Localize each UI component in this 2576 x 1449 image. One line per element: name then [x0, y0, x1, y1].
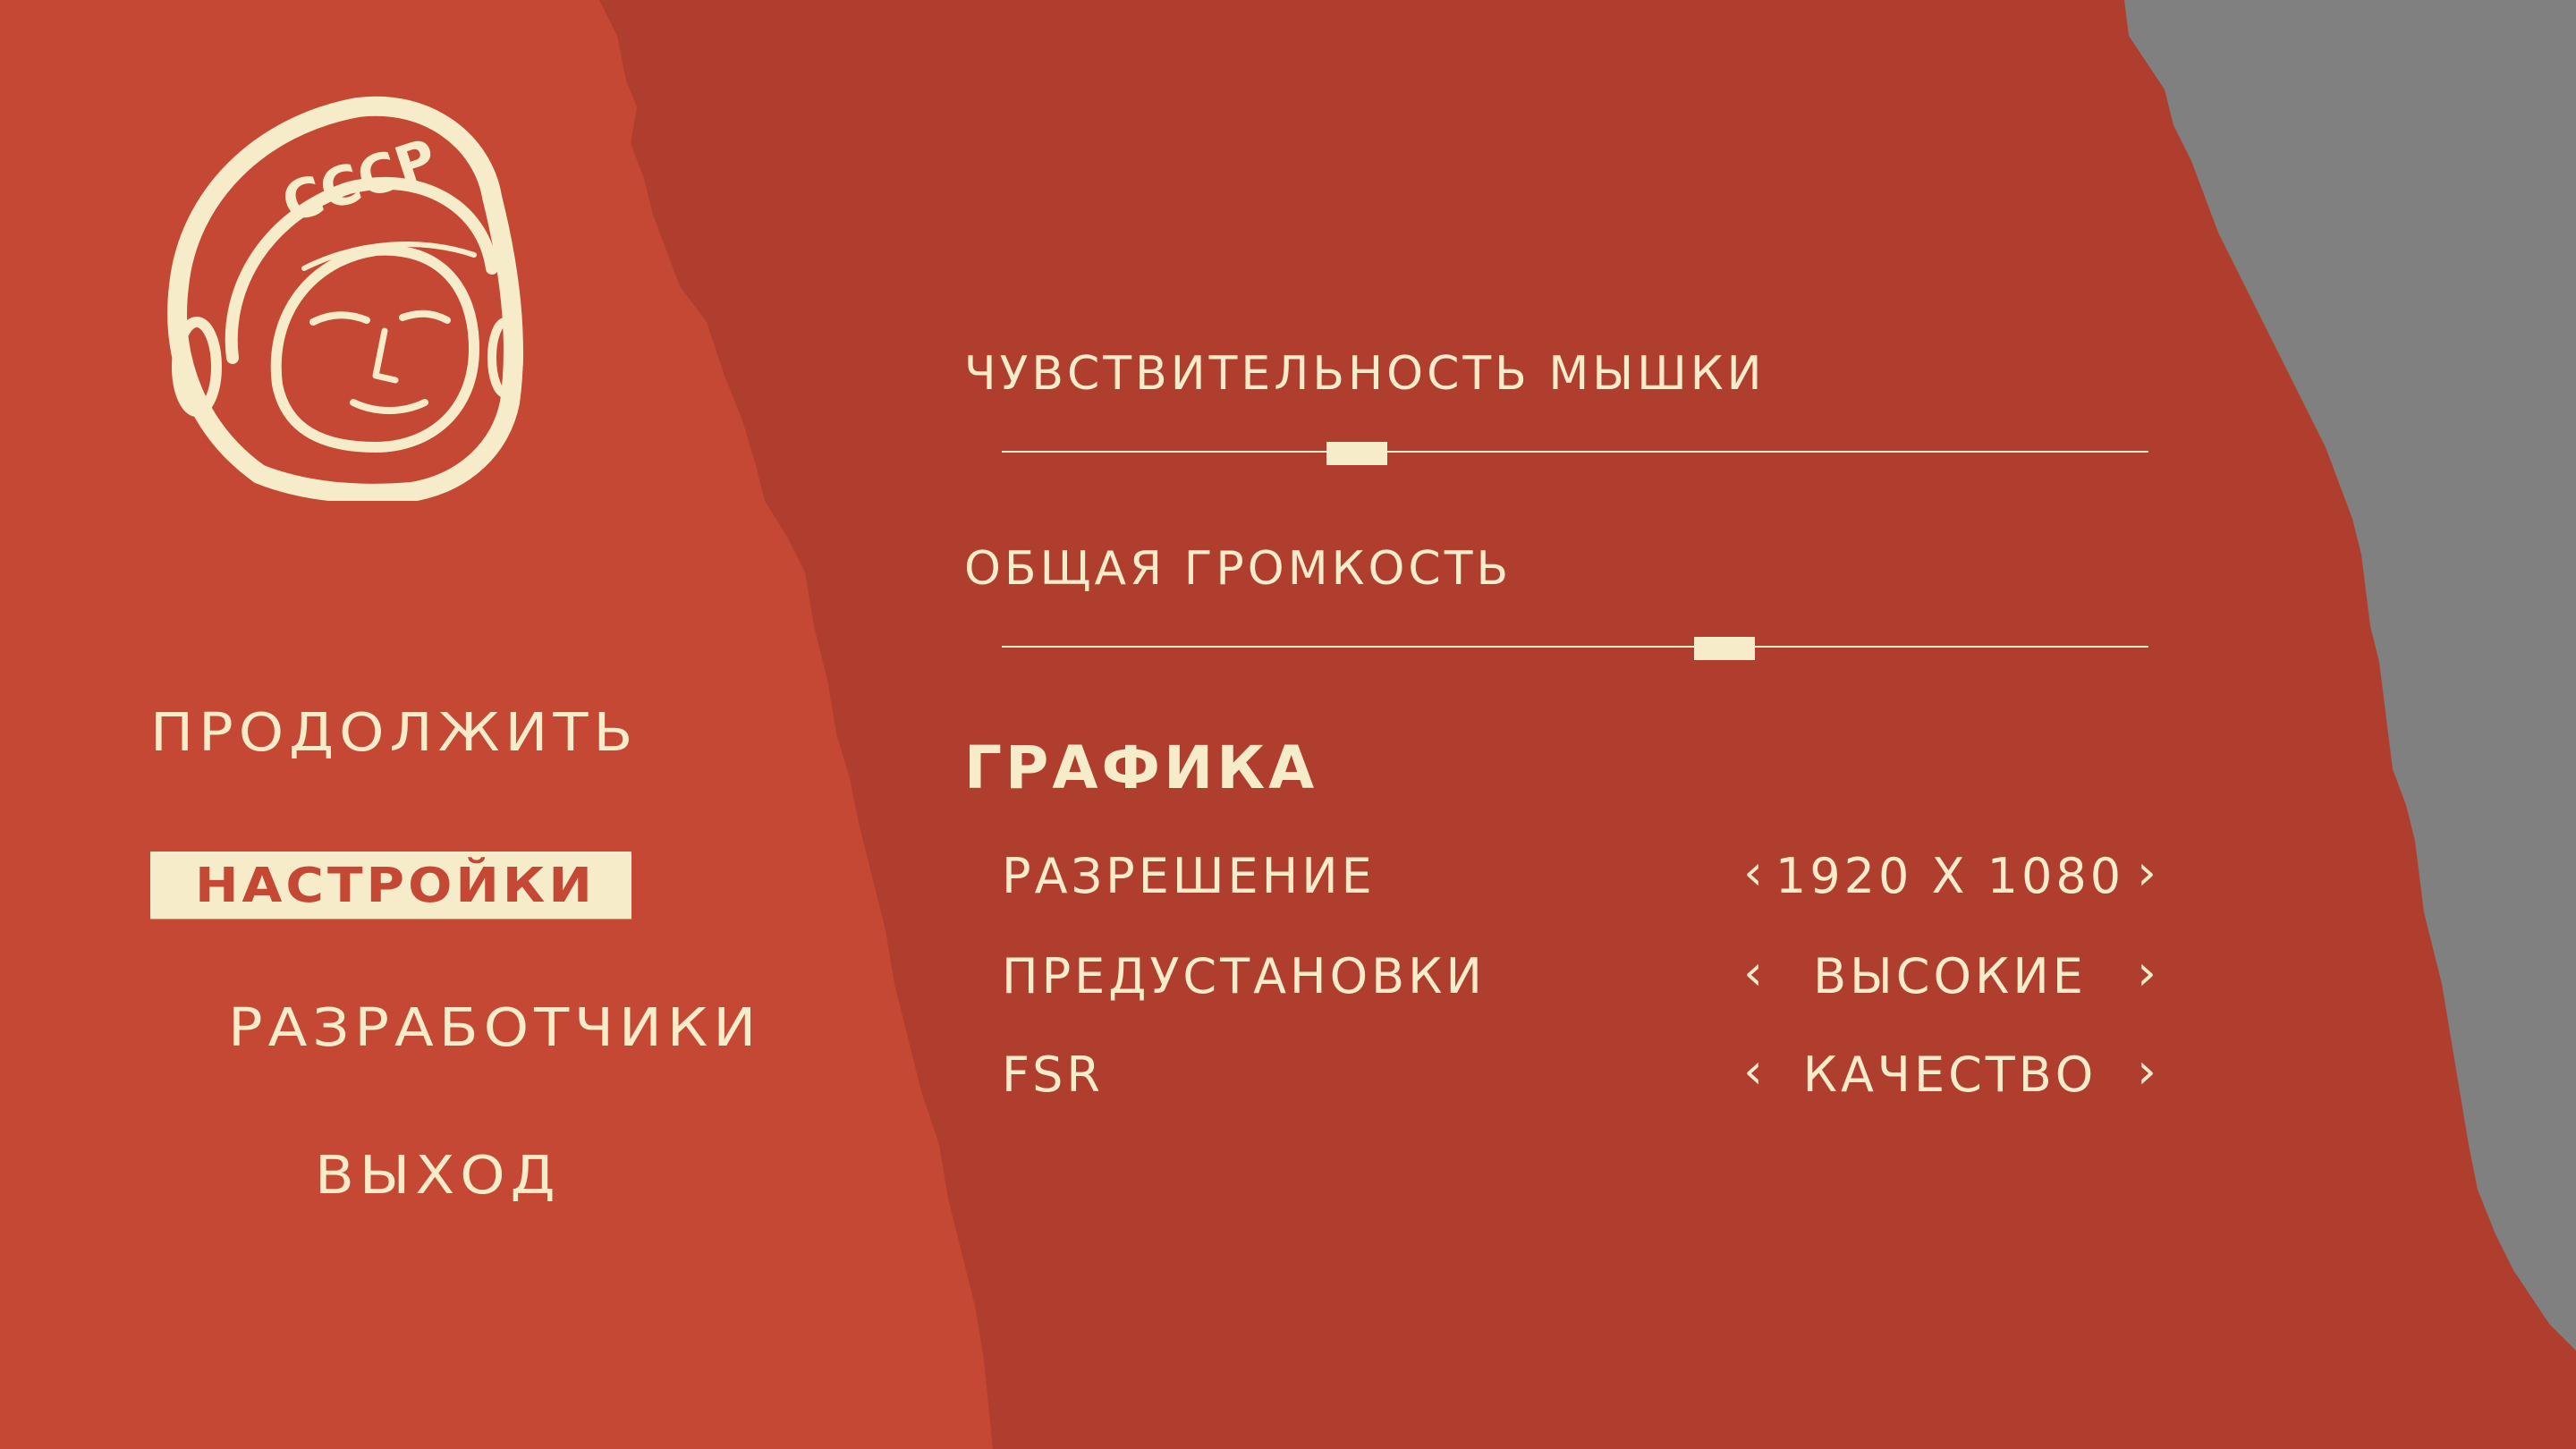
- fsr-next-arrow-icon[interactable]: ›: [2129, 1047, 2165, 1096]
- graphics-header: ГРАФИКА: [964, 733, 1318, 802]
- resolution-label: РАЗРЕШЕНИЕ: [1002, 848, 1376, 904]
- resolution-row: РАЗРЕШЕНИЕ ‹ 1920 X 1080 ›: [1002, 845, 2165, 908]
- logo-text: СССР: [275, 127, 444, 235]
- preset-prev-arrow-icon[interactable]: ‹: [1735, 949, 1771, 997]
- slider-track: [1002, 451, 2148, 453]
- menu-item-developers[interactable]: РАЗРАБОТЧИКИ: [228, 1002, 761, 1055]
- menu-item-exit[interactable]: ВЫХОД: [315, 1149, 561, 1202]
- fsr-label: FSR: [1002, 1046, 1104, 1103]
- slider-track: [1002, 646, 2148, 648]
- slider-thumb[interactable]: [1326, 442, 1388, 465]
- preset-label: ПРЕДУСТАНОВКИ: [1002, 948, 1486, 1004]
- fsr-row: FSR ‹ КАЧЕСТВО ›: [1002, 1044, 2165, 1106]
- preset-row: ПРЕДУСТАНОВКИ ‹ ВЫСОКИЕ ›: [1002, 945, 2165, 1008]
- fsr-value: КАЧЕСТВО: [1802, 1046, 2097, 1103]
- menu-item-continue[interactable]: ПРОДОЛЖИТЬ: [150, 707, 638, 759]
- cosmonaut-helmet-icon: СССР: [167, 96, 523, 501]
- master-volume-slider[interactable]: [1002, 629, 2148, 665]
- menu-item-settings[interactable]: НАСТРОЙКИ: [150, 852, 631, 919]
- fsr-prev-arrow-icon[interactable]: ‹: [1735, 1047, 1771, 1096]
- master-volume-label: ОБЩАЯ ГРОМКОСТЬ: [964, 542, 1513, 596]
- resolution-next-arrow-icon[interactable]: ›: [2129, 849, 2165, 897]
- slider-thumb[interactable]: [1693, 637, 1755, 660]
- mouse-sensitivity-slider[interactable]: [1002, 434, 2148, 470]
- resolution-value: 1920 X 1080: [1775, 848, 2125, 904]
- resolution-prev-arrow-icon[interactable]: ‹: [1735, 849, 1771, 897]
- preset-next-arrow-icon[interactable]: ›: [2129, 949, 2165, 997]
- mouse-sensitivity-label: ЧУВСТВИТЕЛЬНОСТЬ МЫШКИ: [964, 347, 1766, 401]
- preset-value: ВЫСОКИЕ: [1813, 948, 2087, 1004]
